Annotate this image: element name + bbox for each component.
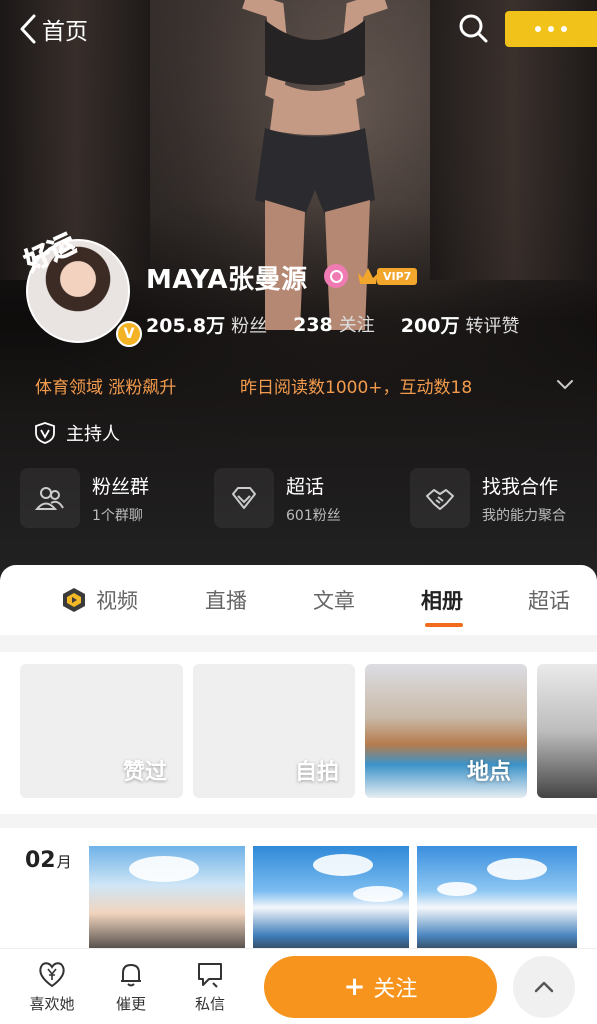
card-icon-box xyxy=(20,468,80,528)
album-selfie[interactable]: 自拍 xyxy=(193,664,355,798)
back-label: 首页 xyxy=(42,19,88,45)
stat-value: 238 xyxy=(293,314,333,336)
month-label: 02月 xyxy=(25,848,72,873)
more-button[interactable] xyxy=(505,11,597,47)
stat-interactions[interactable]: 200万 转评赞 xyxy=(401,311,520,338)
verified-badge: V xyxy=(116,321,142,347)
photo-cloud xyxy=(437,882,477,896)
tab-live[interactable]: 直播 xyxy=(205,585,247,615)
shield-icon xyxy=(35,422,55,444)
feature-cards: 粉丝群 1个群聊 超话 601粉丝 找我合作 我的能力聚合 xyxy=(20,468,597,532)
remind-label: 催更 xyxy=(115,995,146,1013)
back-button[interactable]: 首页 xyxy=(18,12,88,46)
message-button[interactable]: 私信 xyxy=(180,959,240,1014)
group-icon xyxy=(34,487,64,510)
vip-badge[interactable]: VIP7 xyxy=(356,265,418,287)
album-caption: 自拍 xyxy=(294,760,339,785)
tab-video[interactable]: 视频 xyxy=(96,585,138,615)
card-icon-box xyxy=(214,468,274,528)
follow-label: 关注 xyxy=(373,977,418,1002)
photo-thumbnail[interactable] xyxy=(253,846,409,958)
card-subtitle: 我的能力聚合 xyxy=(482,507,566,524)
card-super-topic[interactable]: 超话 601粉丝 xyxy=(214,468,341,528)
month-unit: 月 xyxy=(56,853,72,871)
card-cooperation[interactable]: 找我合作 我的能力聚合 xyxy=(410,468,566,528)
photo-thumbnail[interactable] xyxy=(89,846,245,958)
profile-stats: 205.8万 粉丝 238 关注 200万 转评赞 xyxy=(146,311,519,338)
remind-button[interactable]: 催更 xyxy=(101,959,161,1014)
stat-following[interactable]: 238 关注 xyxy=(293,311,375,338)
role-row: 主持人 xyxy=(34,420,120,446)
diamond-icon xyxy=(232,487,256,509)
photo-cloud xyxy=(487,858,547,880)
card-title: 粉丝群 xyxy=(92,475,150,498)
video-tab-icon xyxy=(63,588,85,612)
lucky-badge-icon: 好运 xyxy=(22,228,81,279)
card-text: 超话 601粉丝 xyxy=(286,472,341,525)
content-tabs: 视频 直播 文章 相册 超话 xyxy=(0,565,597,635)
handshake-icon xyxy=(426,489,454,510)
photo-thumbnail[interactable] xyxy=(417,846,577,958)
album-location[interactable]: 地点 xyxy=(365,664,527,798)
tab-article[interactable]: 文章 xyxy=(313,585,355,615)
tab-super-topic[interactable]: 超话 xyxy=(528,585,570,615)
stat-value: 205.8万 xyxy=(146,315,226,337)
avatar-container[interactable]: 好运 V xyxy=(18,225,142,350)
photo-cloud xyxy=(313,854,373,876)
album-caption: 赞过 xyxy=(122,760,167,785)
like-her-button[interactable]: 喜欢她 xyxy=(22,959,82,1014)
chevron-down-icon[interactable] xyxy=(555,376,575,392)
album-more[interactable] xyxy=(537,664,597,798)
tab-album[interactable]: 相册 xyxy=(421,585,463,615)
chevron-up-icon xyxy=(534,981,554,993)
card-title: 超话 xyxy=(286,475,325,498)
stat-label: 关注 xyxy=(338,315,375,336)
role-label: 主持人 xyxy=(66,424,120,445)
search-icon[interactable] xyxy=(457,12,489,44)
profile-name: MAYA张曼源 xyxy=(146,265,308,295)
more-dot xyxy=(535,26,541,32)
album-caption: 地点 xyxy=(466,760,511,785)
card-text: 粉丝群 1个群聊 xyxy=(92,472,149,525)
like-label: 喜欢她 xyxy=(29,995,75,1013)
more-dot xyxy=(561,26,567,32)
stat-label: 转评赞 xyxy=(465,316,520,337)
card-fan-group[interactable]: 粉丝群 1个群聊 xyxy=(20,468,149,528)
more-dot xyxy=(548,26,554,32)
card-title: 找我合作 xyxy=(482,475,559,498)
heart-yen-icon xyxy=(39,962,65,988)
follow-button[interactable]: + 关注 xyxy=(264,956,497,1018)
month-number: 02 xyxy=(25,848,56,873)
vip-level: VIP7 xyxy=(377,267,418,285)
photo-cloud xyxy=(353,886,403,902)
stat-followers[interactable]: 205.8万 粉丝 xyxy=(146,311,267,338)
message-label: 私信 xyxy=(194,995,225,1013)
photo-cloud xyxy=(129,856,199,882)
card-subtitle: 1个群聊 xyxy=(92,507,143,524)
scroll-top-button[interactable] xyxy=(513,956,575,1018)
card-subtitle: 601粉丝 xyxy=(286,507,341,524)
stat-value: 200万 xyxy=(400,315,460,337)
album-liked[interactable]: 赞过 xyxy=(20,664,183,798)
active-tab-indicator xyxy=(425,623,463,627)
lucky-badge-text: 好运 xyxy=(22,229,80,279)
message-icon xyxy=(198,963,222,988)
card-text: 找我合作 我的能力聚合 xyxy=(482,472,566,525)
card-icon-box xyxy=(410,468,470,528)
tag-domain[interactable]: 体育领域 涨粉飙升 xyxy=(35,373,176,398)
search-badge-icon[interactable] xyxy=(324,264,348,288)
stat-label: 粉丝 xyxy=(231,316,268,337)
tag-reads[interactable]: 昨日阅读数1000+，互动数18 xyxy=(240,373,472,398)
bell-icon xyxy=(121,964,141,987)
chevron-left-icon xyxy=(20,14,36,44)
plus-icon: + xyxy=(343,972,366,1002)
